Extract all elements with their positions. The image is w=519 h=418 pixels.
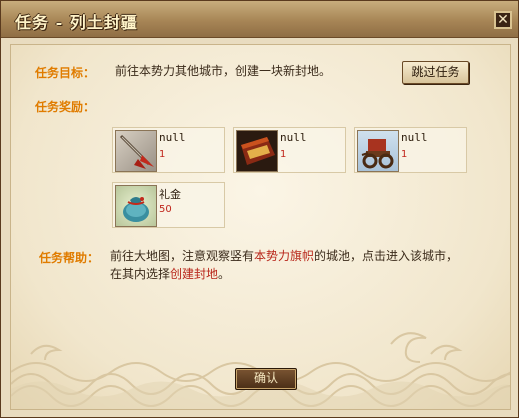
faction-flag-highlight: 本势力旗帜 [254, 249, 315, 263]
reward-quantity: 1 [401, 149, 408, 160]
reward-quantity: 1 [159, 149, 166, 160]
rewards-label: 任务奖励： [35, 100, 96, 114]
create-fief-highlight: 创建封地 [170, 267, 219, 281]
dialog-title: 任务 - 列土封疆 [15, 13, 138, 32]
close-icon: ✕ [497, 12, 509, 28]
book-chest-icon [236, 130, 278, 172]
dialog-titlebar: 任务 - 列土封疆 ✕ [1, 1, 518, 38]
confirm-button[interactable]: 确认 [235, 368, 297, 390]
help-line-2: 在其内选择创建封地。 [110, 265, 470, 283]
reward-name: 礼金 [159, 188, 181, 201]
help-line-1: 前往大地图，注意观察竖有本势力旗帜的城池，点击进入该城市， [110, 247, 470, 265]
task-dialog: 任务 - 列土封疆 ✕ 任务目标： 前往本势力其他城市，创建一块新封地。 跳过任… [0, 0, 519, 418]
reward-quantity: 50 [159, 204, 172, 215]
close-button[interactable]: ✕ [494, 11, 512, 29]
task-panel: 任务目标： 前往本势力其他城市，创建一块新封地。 跳过任务 任务奖励： null… [10, 44, 511, 410]
reward-item[interactable]: null 1 [354, 127, 467, 173]
spear-icon [115, 130, 157, 172]
reward-name: null [280, 131, 307, 144]
objective-label: 任务目标： [35, 66, 96, 80]
help-text-part: 。 [218, 267, 231, 281]
reward-name: null [401, 131, 428, 144]
help-text: 前往大地图，注意观察竖有本势力旗帜的城池，点击进入该城市， 在其内选择创建封地。 [110, 247, 470, 283]
money-pouch-icon [115, 185, 157, 227]
reward-quantity: 1 [280, 149, 287, 160]
reward-name: null [159, 131, 186, 144]
help-text-part: 的城池，点击进入该城市， [314, 249, 459, 263]
skip-task-button[interactable]: 跳过任务 [402, 61, 469, 84]
reward-item[interactable]: null 1 [233, 127, 346, 173]
objective-text: 前往本势力其他城市，创建一块新封地。 [115, 64, 332, 78]
help-label: 任务帮助： [39, 251, 100, 265]
war-chariot-icon [357, 130, 399, 172]
reward-item[interactable]: 礼金 50 [112, 182, 225, 228]
help-text-part: 前往大地图，注意观察竖有 [110, 249, 255, 263]
reward-item[interactable]: null 1 [112, 127, 225, 173]
help-text-part: 在其内选择 [110, 267, 171, 281]
wave-decoration [11, 332, 510, 409]
